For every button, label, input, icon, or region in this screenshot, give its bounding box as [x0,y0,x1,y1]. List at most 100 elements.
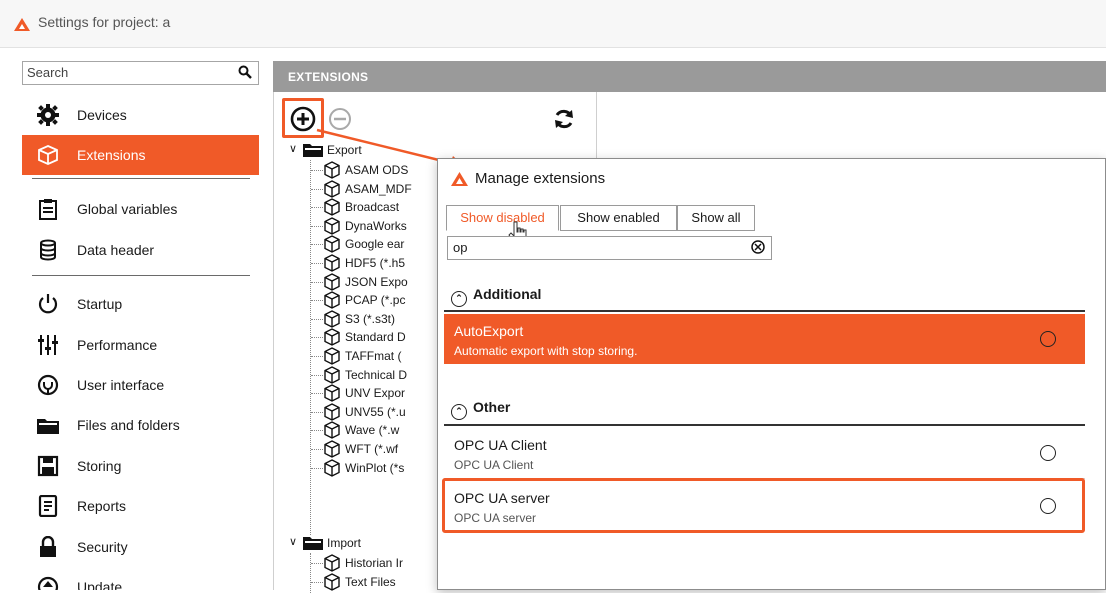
extensions-header-label: EXTENSIONS [288,70,369,84]
extension-item-autoexport[interactable]: AutoExport Automatic export with stop st… [444,314,1085,364]
tree-item-label: UNV55 (*.u [345,404,406,419]
search-input[interactable]: Search [22,61,259,85]
tree-item-label: HDF5 (*.h5 [345,256,406,270]
tab-show-disabled[interactable]: Show disabled [446,205,559,231]
tree-item-label: Standard D [345,330,406,345]
nav-item-extensions[interactable]: Extensions [22,135,259,175]
report-icon [38,495,58,517]
refresh-icon[interactable] [552,107,576,131]
tree-guide [311,318,323,320]
extension-item-opc-ua-client[interactable]: OPC UA Client OPC UA Client [444,428,1085,478]
tree-guide [311,244,323,246]
tree-item-label: DynaWorks [345,218,407,233]
tree-guide [311,467,323,469]
tree-item-label: PCAP (*.pc [345,293,406,308]
collapse-icon[interactable]: ⌃ [451,404,467,420]
tree-guide [311,393,323,395]
group-title: Other [473,399,511,415]
nav-item-global-variables[interactable]: Global variables [22,189,259,229]
group-title: Additional [473,286,542,302]
folder-icon [303,537,323,550]
opc-ua-server-highlight [442,478,1085,533]
package-icon [324,310,340,328]
package-icon [324,291,340,309]
group-rule [444,424,1085,426]
tree-item-label: Wave (*.w [345,423,400,438]
nav-separator [32,178,250,179]
tab-show-enabled[interactable]: Show enabled [560,205,677,231]
filter-input[interactable]: op [447,236,772,260]
tree-guide [311,207,323,209]
title-bar: Settings for project: a [0,0,1106,48]
lock-icon [40,536,56,557]
nav-item-data-header[interactable]: Data header [22,230,259,270]
folder-icon [37,419,59,434]
clear-icon[interactable] [750,239,766,255]
package-icon [324,421,340,440]
tree-item-label: JSON Expo [345,274,408,289]
nav-item-devices[interactable]: Devices [22,95,259,135]
package-icon [324,440,340,458]
tab-show-all[interactable]: Show all [677,205,755,231]
tree-guide [310,553,311,593]
package-icon [324,217,340,235]
user-interface-icon [37,374,59,396]
tree-guide [311,300,323,302]
extension-name: OPC UA Client [454,437,547,453]
package-icon [324,254,340,272]
nav-item-label: Global variables [77,201,178,217]
enable-radio[interactable] [1040,445,1056,461]
tree-guide [311,581,323,583]
tree-item-label: Technical D [345,367,408,382]
nav-item-security[interactable]: Security [22,527,259,567]
tree-item-label: Broadcast [345,200,400,215]
nav-item-label: Storing [77,458,122,474]
nav-item-startup[interactable]: Startup [22,284,259,324]
tree-guide [311,263,323,264]
package-icon [324,403,340,421]
nav-item-performance[interactable]: Performance [22,325,259,365]
nav-item-storing[interactable]: Storing [22,446,259,486]
tree-group-label: Import [327,536,362,550]
app-logo-icon [14,18,30,31]
tree-guide [311,449,323,450]
tree-guide [311,356,323,357]
extension-description: OPC UA Client [454,458,534,472]
tree-guide [311,411,323,413]
gear-icon [37,104,59,126]
app-logo-icon [451,172,468,186]
extension-description: Automatic export with stop storing. [454,344,638,358]
tree-guide [311,563,323,564]
search-icon[interactable] [238,65,252,79]
tree-item-label: Historian Ir [345,556,404,570]
nav-item-reports[interactable]: Reports [22,486,259,526]
package-icon [324,384,340,402]
extensions-header: EXTENSIONS [273,61,1106,92]
nav-item-label: User interface [77,377,165,393]
nav-item-update[interactable]: Update [22,567,259,590]
collapse-icon[interactable]: ⌃ [451,291,467,307]
save-icon [37,455,59,477]
window-title: Settings for project: a [38,14,171,30]
package-icon [324,572,340,591]
tree-guide [311,374,323,376]
group-rule [444,310,1085,312]
tree-item-label: Google ear [345,237,405,252]
group-header-additional[interactable]: ⌃ Additional [451,286,541,307]
group-header-other[interactable]: ⌃ Other [451,399,510,420]
clipboard-icon [39,199,57,220]
package-icon [324,347,340,365]
nav-item-user-interface[interactable]: User interface [22,365,259,405]
nav-item-label: Startup [77,296,123,312]
enable-radio[interactable] [1040,331,1056,347]
tree-item-label: ASAM_MDF [345,181,412,196]
nav-item-label: Performance [77,337,158,353]
nav-item-label: Data header [77,242,155,258]
tree-guide [311,188,323,190]
chevron-down-icon[interactable]: ∨ [289,535,297,548]
nav-item-label: Update [77,579,123,590]
tree-item-label: WFT (*.wf [345,442,399,456]
nav-item-files-and-folders[interactable]: Files and folders [22,405,259,445]
chevron-down-icon[interactable]: ∨ [289,142,297,155]
package-icon [324,554,340,572]
